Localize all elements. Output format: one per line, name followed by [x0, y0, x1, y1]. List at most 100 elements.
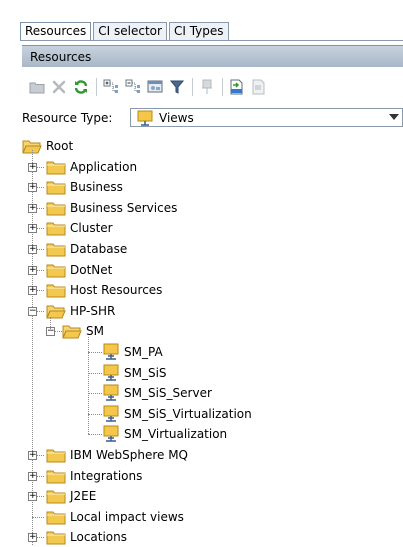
expand-toggle-icon[interactable]: +	[28, 492, 37, 501]
resource-type-label: Resource Type:	[22, 111, 113, 125]
view-icon	[103, 425, 119, 442]
expand-toggle-icon[interactable]: +	[28, 451, 37, 460]
view-icon	[103, 384, 119, 401]
tree-connector-line	[88, 393, 102, 394]
tree-folder-item[interactable]: Local impact views	[46, 507, 184, 527]
tree-folder-item[interactable]: Business	[46, 177, 123, 197]
folder-icon	[46, 202, 66, 216]
tree-folder-item[interactable]: Locations	[46, 527, 127, 547]
tree-folder-item[interactable]: Database	[46, 239, 127, 259]
import-icon[interactable]	[250, 78, 268, 96]
folder-icon	[46, 511, 66, 525]
toolbar-separator	[96, 78, 97, 96]
delete-icon[interactable]	[50, 78, 68, 96]
pin-icon[interactable]	[198, 78, 216, 96]
tree-item-label: IBM WebSphere MQ	[70, 448, 188, 462]
chevron-down-icon[interactable]	[389, 114, 399, 120]
tab-ci-selector[interactable]: CI selector	[93, 22, 167, 40]
tree-item-label: HP-SHR	[70, 304, 116, 318]
tab-resources[interactable]: Resources	[20, 22, 92, 41]
resource-type-value: Views	[159, 110, 194, 125]
tree-item-label: SM_Virtualization	[124, 427, 228, 441]
expand-toggle-icon[interactable]: +	[28, 224, 37, 233]
toolbar-separator	[222, 78, 223, 96]
expand-toggle-icon[interactable]: +	[28, 533, 37, 542]
tree-view-item[interactable]: SM_PA	[102, 342, 163, 362]
expand-toggle-icon[interactable]: +	[28, 183, 37, 192]
folder-icon	[46, 490, 66, 504]
tree-item-label: Business	[70, 180, 123, 194]
tree-connector-line	[32, 517, 44, 518]
tree-connector-line	[50, 317, 51, 331]
expand-toggle-icon[interactable]: +	[28, 204, 37, 213]
tab-bar: Resources CI selector CI Types	[20, 22, 231, 41]
tree-view-item[interactable]: SM_SiS_Virtualization	[102, 404, 252, 424]
expand-all-icon[interactable]	[102, 78, 120, 96]
view-icon	[103, 405, 119, 422]
tab-divider	[20, 40, 403, 41]
collapse-all-icon[interactable]	[124, 78, 142, 96]
tree-folder-item[interactable]: Application	[46, 157, 137, 177]
tree-connector-line	[88, 414, 102, 415]
show-view-icon[interactable]	[146, 78, 164, 96]
panel-title: Resources	[22, 45, 403, 67]
tree-folder-item[interactable]: SM	[62, 321, 104, 341]
tree-folder-item[interactable]: HP-SHR	[46, 301, 115, 321]
export-xml-icon[interactable]	[228, 78, 246, 96]
filter-icon[interactable]	[168, 78, 186, 96]
tree-connector-line	[88, 373, 102, 374]
tree-folder-item[interactable]: Host Resources	[46, 280, 162, 300]
tree-folder-item[interactable]: Cluster	[46, 218, 113, 238]
tree-item-label: Root	[46, 139, 74, 153]
folder-icon	[46, 264, 66, 278]
tree-view-item[interactable]: SM_SiS	[102, 363, 167, 383]
tree-folder-item[interactable]: Business Services	[46, 198, 177, 218]
tree-connector-line	[88, 434, 102, 435]
tree-folder-item[interactable]: DotNet	[46, 260, 112, 280]
collapse-toggle-icon[interactable]: −	[28, 307, 37, 316]
folder-icon	[46, 243, 66, 257]
tree-view-item[interactable]: SM_SiS_Server	[102, 383, 212, 403]
tree-folder-item[interactable]: J2EE	[46, 486, 96, 506]
folder-icon	[46, 470, 66, 484]
refresh-icon[interactable]	[72, 78, 90, 96]
tree-item-label: Integrations	[70, 469, 143, 483]
folder-open-icon	[62, 325, 82, 339]
toolbar-separator	[192, 78, 193, 96]
tab-ci-types[interactable]: CI Types	[168, 22, 229, 40]
tree-item-label: Database	[70, 242, 128, 256]
folder-icon	[46, 284, 66, 298]
resource-tree: Root + Application + Business + Business Servi…	[0, 136, 403, 546]
tree-item-label: DotNet	[70, 263, 113, 277]
tree-folder-item[interactable]: IBM WebSphere MQ	[46, 445, 188, 465]
expand-toggle-icon[interactable]: +	[28, 245, 37, 254]
expand-toggle-icon[interactable]: +	[28, 266, 37, 275]
resource-type-select[interactable]: Views	[130, 108, 403, 127]
tree-item-label: Local impact views	[70, 510, 184, 524]
view-icon	[103, 364, 119, 381]
tree-item-label: SM_PA	[124, 345, 163, 359]
tree-connector-line	[88, 352, 102, 353]
folder-icon	[46, 531, 66, 545]
folder-icon	[46, 161, 66, 175]
tree-item-label: Locations	[70, 530, 128, 544]
new-folder-icon[interactable]	[28, 78, 46, 96]
tree-item-label: Business Services	[70, 201, 178, 215]
expand-toggle-icon[interactable]: +	[28, 163, 37, 172]
tree-root[interactable]: Root	[22, 136, 73, 156]
tree-view-item[interactable]: SM_Virtualization	[102, 424, 227, 444]
expand-toggle-icon[interactable]: +	[28, 472, 37, 481]
folder-icon	[46, 181, 66, 195]
tree-item-label: Cluster	[70, 221, 113, 235]
tree-item-label: Application	[70, 160, 138, 174]
tree-item-label: J2EE	[70, 489, 97, 503]
folder-icon	[46, 449, 66, 463]
tree-item-label: Host Resources	[70, 283, 163, 297]
folder-open-icon	[46, 305, 66, 319]
tree-item-label: SM_SiS_Virtualization	[124, 407, 252, 421]
view-icon	[137, 110, 153, 126]
tree-folder-item[interactable]: Integrations	[46, 466, 142, 486]
expand-toggle-icon[interactable]: +	[28, 286, 37, 295]
tree-item-label: SM_SiS	[124, 366, 167, 380]
toolbar	[22, 68, 403, 106]
